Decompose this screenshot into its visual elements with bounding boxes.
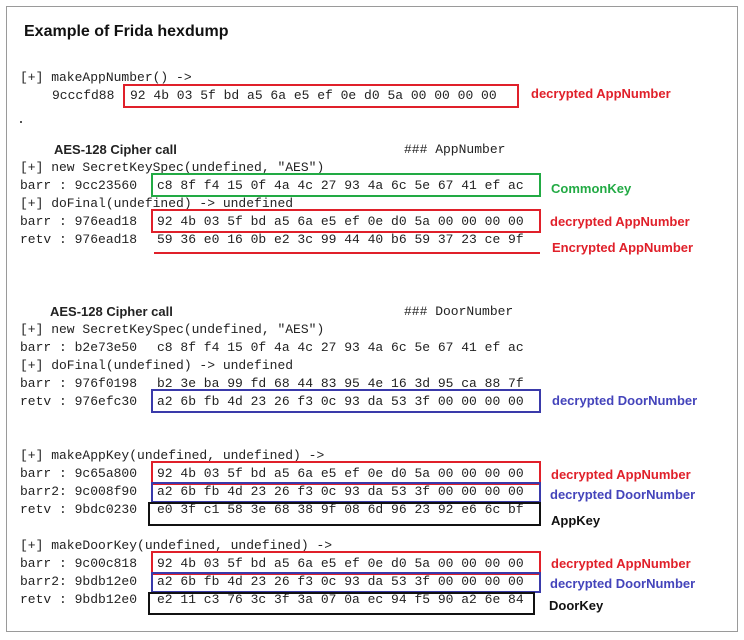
barr2-label: barr2: 9bdb12e0	[20, 574, 138, 589]
note-app-key: AppKey	[551, 513, 601, 528]
retv-hex: 59 36 e0 16 0b e2 3c 99 44 40 b6 59 37 2…	[157, 232, 524, 247]
barr-label: barr : 9c00c818	[20, 556, 138, 571]
underline-red	[154, 252, 540, 254]
highlight-box-red	[123, 84, 519, 108]
note-encrypted-app-number: Encrypted AppNumber	[552, 240, 694, 255]
figure-title: Example of Frida hexdump	[24, 23, 229, 40]
highlight-box-green	[151, 173, 541, 197]
aes-comment: ### AppNumber	[404, 142, 506, 157]
make-app-number-addr: 9cccfd88	[52, 88, 115, 103]
highlight-box-red	[151, 209, 541, 233]
aes-heading: AES-128 Cipher call	[50, 304, 173, 319]
barr-hex: c8 8f f4 15 0f 4a 4c 27 93 4a 6c 5e 67 4…	[157, 340, 524, 355]
barr-label: barr : 9c65a800	[20, 466, 138, 481]
note-common-key: CommonKey	[551, 181, 632, 196]
barr-label: barr : b2e73e50	[20, 340, 138, 355]
aes-comment: ### DoorNumber	[404, 304, 514, 319]
barr2-label: barr2: 9c008f90	[20, 484, 138, 499]
note-decrypted-door-number: decrypted DoorNumber	[550, 576, 696, 591]
note-decrypted-app-number: decrypted AppNumber	[551, 556, 691, 571]
note-decrypted-door-number: decrypted DoorNumber	[550, 487, 696, 502]
stray-dot	[20, 121, 22, 123]
highlight-box-black	[148, 592, 535, 615]
aes-heading: AES-128 Cipher call	[54, 142, 177, 157]
highlight-box-blue	[151, 572, 541, 593]
note-door-key: DoorKey	[549, 598, 604, 613]
note-decrypted-app-number: decrypted AppNumber	[550, 214, 690, 229]
retv-label: retv : 976efc30	[20, 394, 138, 409]
secret-key-spec-line: [+] new SecretKeySpec(undefined, "AES")	[20, 322, 325, 337]
barr-label: barr : 976ead18	[20, 214, 138, 229]
do-final-line: [+] doFinal(undefined) -> undefined	[20, 358, 294, 373]
retv-label: retv : 976ead18	[20, 232, 138, 247]
highlight-box-black	[148, 502, 541, 526]
barr-label: barr : 976f0198	[20, 376, 138, 391]
note-decrypted-app-number: decrypted AppNumber	[531, 86, 671, 101]
note-decrypted-door-number: decrypted DoorNumber	[552, 393, 698, 408]
note-decrypted-app-number: decrypted AppNumber	[551, 467, 691, 482]
barr-label: barr : 9cc23560	[20, 178, 138, 193]
highlight-box-blue	[151, 389, 541, 413]
retv-label: retv : 9bdc0230	[20, 502, 138, 517]
retv-label: retv : 9bdb12e0	[20, 592, 138, 607]
highlight-box-blue	[151, 482, 541, 503]
